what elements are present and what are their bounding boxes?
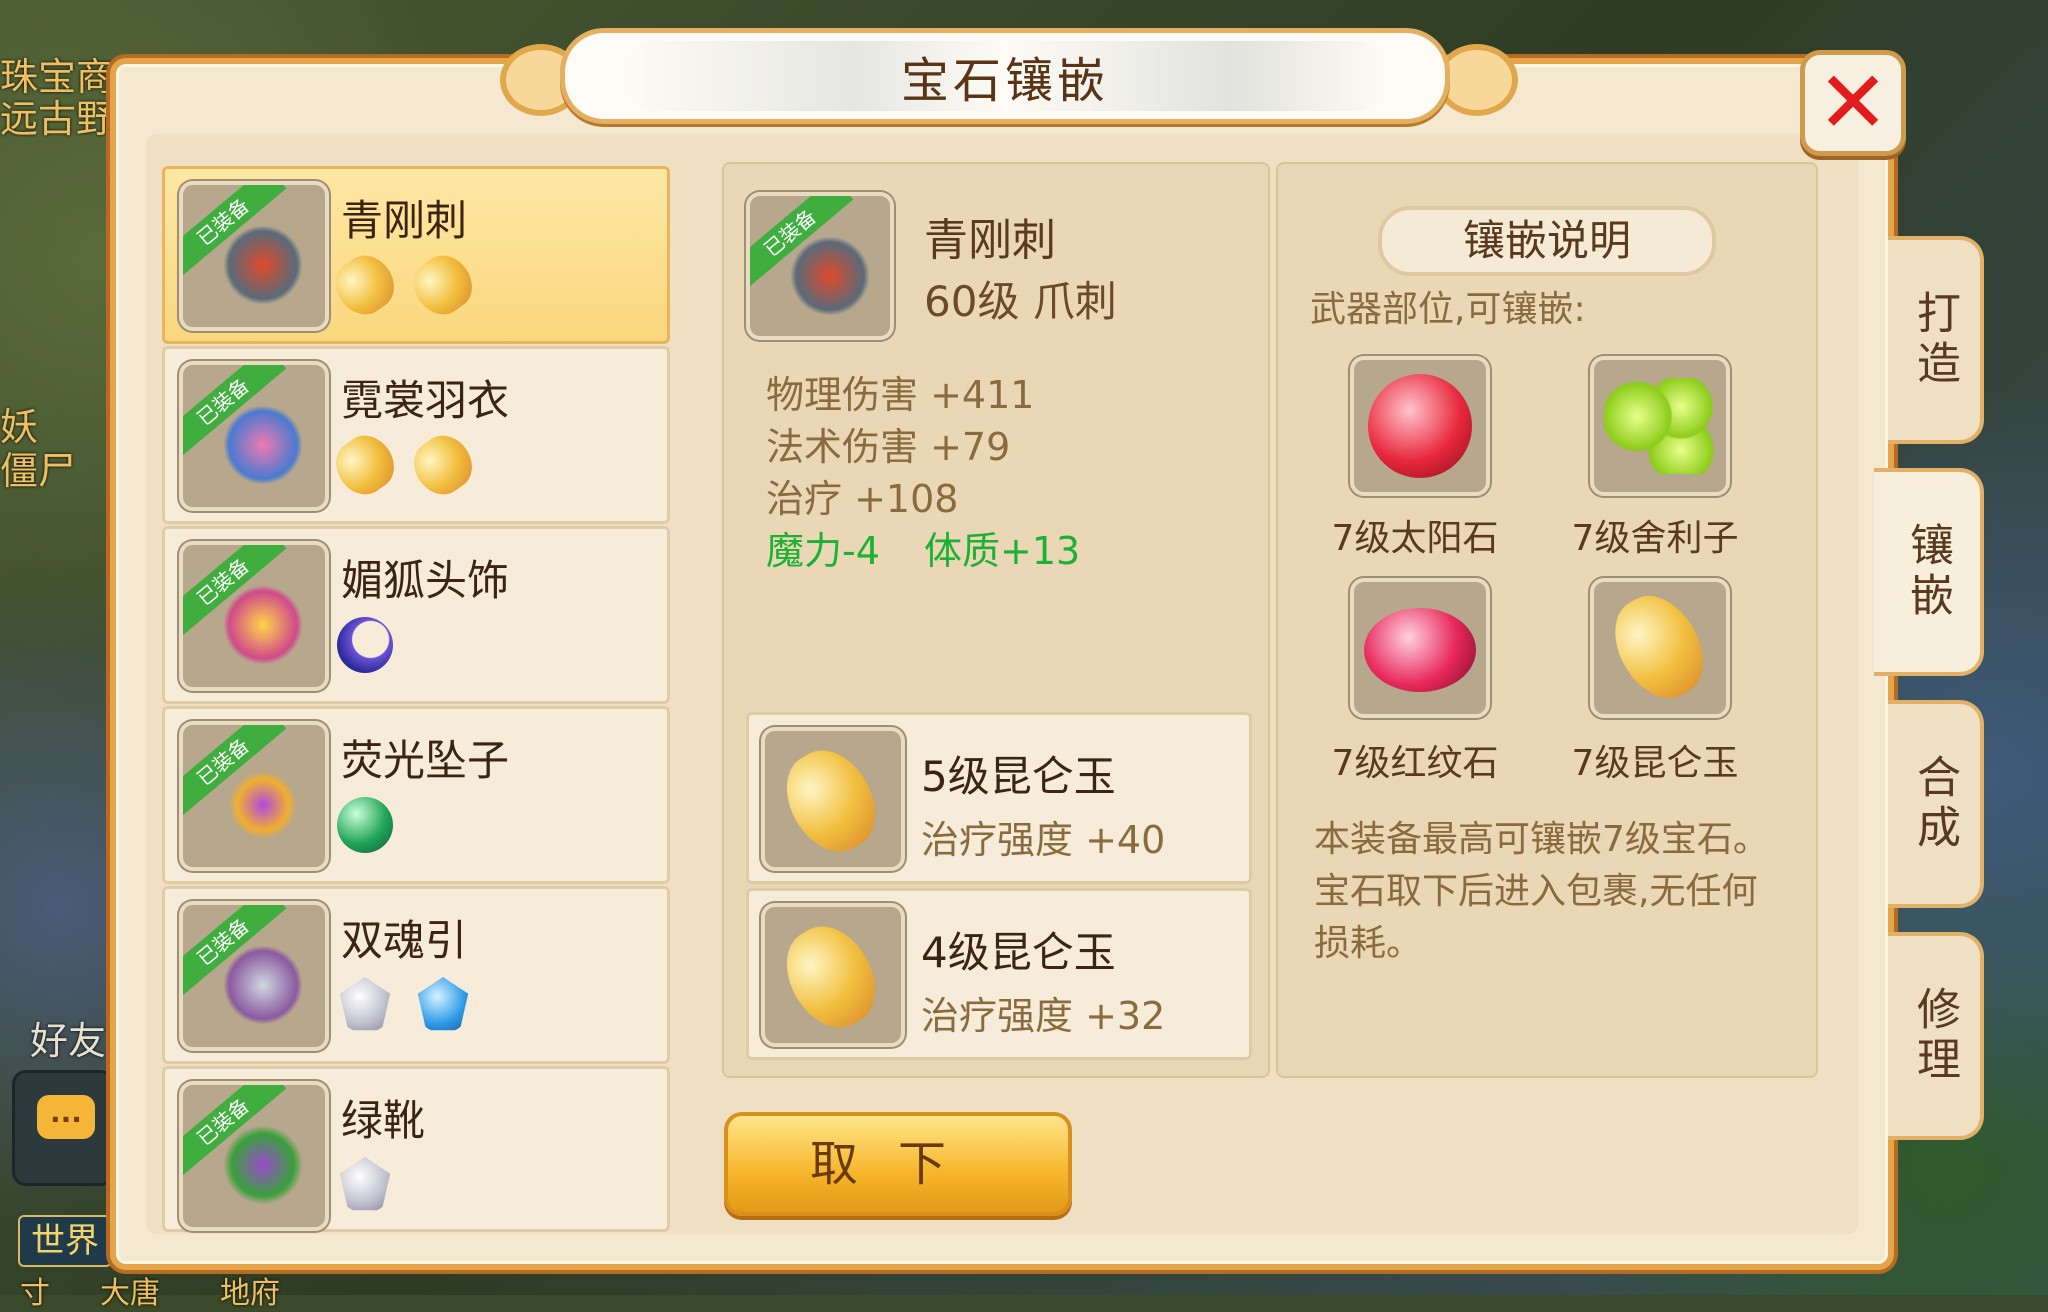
friends-label[interactable]: 好友 bbox=[30, 1010, 106, 1065]
kunlun-jade-icon bbox=[770, 911, 892, 1043]
gem-slot-1[interactable]: 5级昆仑玉 治疗强度 +40 bbox=[746, 712, 1252, 884]
tab-forge[interactable]: 打造 bbox=[1888, 236, 1984, 444]
robe-armor-icon: 已装备 bbox=[179, 361, 329, 511]
blue-crystal-icon bbox=[417, 977, 469, 1031]
red-stone-option bbox=[1350, 578, 1490, 718]
bonus-constitution: 体质+13 bbox=[924, 529, 1081, 573]
slot-gem-stat: 治疗强度 +40 bbox=[921, 818, 1166, 862]
inlaid-gems bbox=[326, 426, 482, 504]
stat-physical-damage: 物理伤害 +411 bbox=[766, 373, 1035, 417]
equipment-item-3[interactable]: 已装备 媚狐头饰 bbox=[162, 526, 670, 704]
gem-label: 7级昆仑玉 bbox=[1571, 743, 1739, 784]
slot-gem-name: 4级昆仑玉 bbox=[921, 928, 1116, 977]
detail-level-type: 60级 爪刺 bbox=[924, 277, 1117, 326]
info-title: 镶嵌说明 bbox=[1378, 206, 1716, 276]
kunlun-jade-icon bbox=[770, 735, 892, 867]
kunlun-jade-icon bbox=[326, 426, 404, 504]
inlaid-gems bbox=[337, 617, 393, 673]
bg-chat-text-2: 大唐 bbox=[100, 1276, 160, 1311]
sun-stone-icon bbox=[1368, 374, 1472, 478]
detail-equipment-name: 青刚刺 bbox=[924, 215, 1056, 266]
close-button[interactable]: ✕ bbox=[1800, 50, 1906, 156]
kunlun-jade-icon bbox=[1598, 582, 1720, 713]
gem-frame bbox=[1590, 578, 1730, 718]
gem-frame bbox=[1590, 356, 1730, 496]
remove-gem-button[interactable]: 取下 bbox=[724, 1112, 1072, 1216]
inlaid-gems bbox=[326, 246, 482, 324]
bg-chat-text-3: 地府 bbox=[220, 1276, 280, 1311]
equipment-name: 媚狐头饰 bbox=[341, 556, 510, 605]
white-crystal-icon bbox=[339, 1157, 391, 1211]
chat-bubble-icon: ... bbox=[37, 1095, 95, 1139]
kunlun-jade-icon bbox=[404, 426, 482, 504]
sarira-icon bbox=[1604, 378, 1714, 474]
info-note: 本装备最高可镶嵌7级宝石。宝石取下后进入包裹,无任何损耗。 bbox=[1314, 819, 1769, 964]
slot-gem-name: 5级昆仑玉 bbox=[921, 752, 1116, 801]
claw-weapon-icon: 已装备 bbox=[179, 181, 329, 331]
red-pattern-stone-icon bbox=[1364, 608, 1476, 692]
gem-slot-2[interactable]: 4级昆仑玉 治疗强度 +32 bbox=[746, 888, 1252, 1060]
inlaid-gems bbox=[337, 1157, 393, 1213]
green-pearl-icon bbox=[337, 797, 393, 853]
equipment-detail-panel: 已装备 青刚刺 60级 爪刺 物理伤害 +411 法术伤害 +79 治疗 +10… bbox=[722, 162, 1270, 1078]
pendant-art-icon bbox=[223, 765, 303, 845]
kunlun-jade-icon bbox=[326, 246, 404, 324]
kunlun-option bbox=[1590, 578, 1730, 718]
sarira-option bbox=[1590, 356, 1730, 496]
bg-chat-text-1: 寸 bbox=[20, 1276, 50, 1311]
tab-repair[interactable]: 修理 bbox=[1888, 932, 1984, 1140]
inlay-info-panel: 镶嵌说明 武器部位,可镶嵌: 7级太阳石 7级舍利子 7级红纹石 7级昆仑玉 本… bbox=[1276, 162, 1818, 1078]
stat-magic-damage: 法术伤害 +79 bbox=[766, 425, 1011, 469]
gem-label: 7级舍利子 bbox=[1571, 518, 1739, 559]
equipment-name: 青刚刺 bbox=[341, 196, 468, 245]
tab-combine[interactable]: 合成 bbox=[1888, 700, 1984, 908]
equipment-name: 双魂引 bbox=[341, 916, 468, 965]
equipment-name: 荧光坠子 bbox=[341, 736, 510, 785]
gem-label: 7级红纹石 bbox=[1331, 743, 1499, 784]
bg-npc-text-2: 僵尸 bbox=[0, 449, 77, 493]
equipment-item-1[interactable]: 已装备 青刚刺 bbox=[162, 166, 670, 344]
sun-stone-option bbox=[1350, 356, 1490, 496]
title-bar: 宝石镶嵌 bbox=[560, 28, 1450, 124]
claw-art-icon bbox=[790, 236, 870, 316]
fox-art-icon bbox=[223, 585, 303, 665]
boots-art-icon bbox=[223, 1125, 303, 1205]
equipment-item-4[interactable]: 已装备 荧光坠子 bbox=[162, 706, 670, 884]
selected-claw-weapon-icon: 已装备 bbox=[746, 192, 894, 340]
bonus-magic: 魔力-4 bbox=[766, 529, 880, 573]
white-crystal-icon bbox=[339, 977, 391, 1031]
world-chat-channel[interactable]: 世界 bbox=[18, 1215, 112, 1267]
equipment-item-2[interactable]: 已装备 霓裳羽衣 bbox=[162, 346, 670, 524]
pendant-icon: 已装备 bbox=[179, 721, 329, 871]
stat-healing: 治疗 +108 bbox=[766, 477, 959, 521]
bg-zone-text: 远古野 bbox=[0, 97, 115, 141]
tab-inlay[interactable]: 镶嵌 bbox=[1874, 468, 1984, 676]
gem-frame bbox=[1350, 578, 1490, 718]
gem-slot-icon bbox=[761, 727, 905, 871]
equipment-item-6[interactable]: 已装备 绿靴 bbox=[162, 1066, 670, 1232]
equipment-name: 霓裳羽衣 bbox=[341, 376, 510, 425]
gem-label: 7级太阳石 bbox=[1331, 518, 1499, 559]
close-x-icon: ✕ bbox=[1816, 53, 1890, 153]
chat-button[interactable]: ... bbox=[12, 1070, 114, 1186]
belt-icon: 已装备 bbox=[179, 901, 329, 1051]
inlaid-gems bbox=[337, 797, 393, 853]
gem-slot-icon bbox=[761, 903, 905, 1047]
info-subtitle: 武器部位,可镶嵌: bbox=[1310, 289, 1586, 330]
boots-icon: 已装备 bbox=[179, 1081, 329, 1231]
slot-gem-stat: 治疗强度 +32 bbox=[921, 994, 1166, 1038]
belt-art-icon bbox=[223, 945, 303, 1025]
fox-headdress-icon: 已装备 bbox=[179, 541, 329, 691]
gem-frame bbox=[1350, 356, 1490, 496]
kunlun-jade-icon bbox=[404, 246, 482, 324]
window-title: 宝石镶嵌 bbox=[900, 53, 1109, 109]
robe-art-icon bbox=[223, 405, 303, 485]
moon-stone-icon bbox=[337, 617, 393, 673]
claw-art-icon bbox=[223, 225, 303, 305]
equipment-name: 绿靴 bbox=[341, 1096, 426, 1145]
inlaid-gems bbox=[337, 977, 471, 1033]
equipment-item-5[interactable]: 已装备 双魂引 bbox=[162, 886, 670, 1064]
